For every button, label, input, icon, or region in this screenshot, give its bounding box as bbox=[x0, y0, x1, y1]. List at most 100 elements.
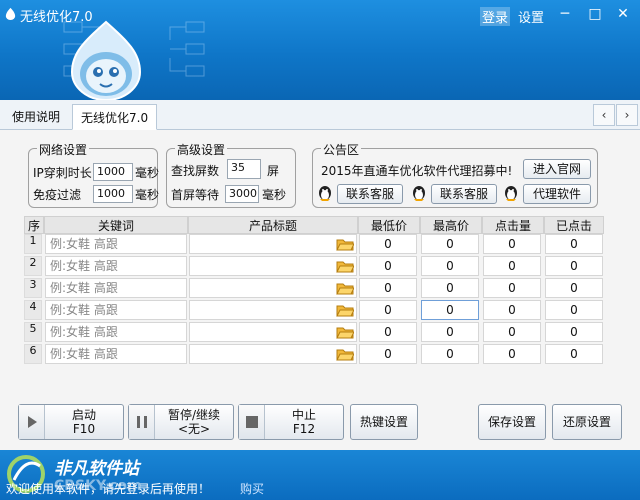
save-settings-button[interactable]: 保存设置 bbox=[478, 404, 546, 440]
col-header-min-price: 最低价 bbox=[358, 216, 420, 234]
clicked-cell[interactable]: 0 bbox=[545, 234, 603, 254]
max-price-cell[interactable]: 0 bbox=[421, 278, 479, 298]
min-price-cell[interactable]: 0 bbox=[359, 344, 417, 364]
min-price-cell[interactable]: 0 bbox=[359, 256, 417, 276]
network-settings-group: 网络设置 IP穿刺时长 1000 毫秒 免疫过滤 1000 毫秒 bbox=[28, 141, 160, 208]
clicks-cell[interactable]: 0 bbox=[483, 278, 541, 298]
tab-prev-button[interactable]: ‹ bbox=[593, 104, 615, 126]
start-button[interactable]: 启动 F10 bbox=[18, 404, 124, 440]
col-header-index: 序 bbox=[24, 216, 44, 234]
folder-open-icon[interactable] bbox=[336, 281, 354, 295]
clicks-cell[interactable]: 0 bbox=[483, 322, 541, 342]
qq-penguin-icon bbox=[505, 186, 517, 201]
min-price-cell[interactable]: 0 bbox=[359, 278, 417, 298]
product-title-cell[interactable] bbox=[189, 322, 357, 342]
max-price-cell[interactable]: 0 bbox=[421, 256, 479, 276]
app-logo-icon bbox=[5, 7, 16, 20]
clicks-cell[interactable]: 0 bbox=[483, 256, 541, 276]
pause-resume-button[interactable]: 暂停/继续 <无> bbox=[128, 404, 234, 440]
clicks-cell[interactable]: 0 bbox=[483, 300, 541, 320]
play-icon bbox=[19, 405, 45, 439]
folder-open-icon[interactable] bbox=[336, 303, 354, 317]
clicked-cell[interactable]: 0 bbox=[545, 322, 603, 342]
settings-link[interactable]: 设置 bbox=[518, 7, 544, 26]
min-price-cell[interactable]: 0 bbox=[359, 322, 417, 342]
max-price-cell[interactable]: 0 bbox=[421, 344, 479, 364]
folder-open-icon[interactable] bbox=[336, 259, 354, 273]
product-title-cell[interactable] bbox=[189, 300, 357, 320]
max-price-cell[interactable]: 0 bbox=[421, 322, 479, 342]
max-price-cell[interactable]: 0 bbox=[421, 300, 479, 320]
keyword-cell[interactable]: 例:女鞋 高跟 bbox=[45, 278, 187, 298]
agent-software-button[interactable]: 代理软件 bbox=[523, 184, 591, 204]
clicked-cell[interactable]: 0 bbox=[545, 344, 603, 364]
captcha-filter-label: 免疫过滤 bbox=[33, 188, 82, 202]
start-hotkey: F10 bbox=[72, 422, 96, 436]
mascot-logo bbox=[70, 20, 142, 100]
contact-support-button-1[interactable]: 联系客服 bbox=[337, 184, 403, 204]
minimize-button[interactable]: ─ bbox=[554, 4, 576, 24]
min-price-cell[interactable]: 0 bbox=[359, 300, 417, 320]
product-title-cell[interactable] bbox=[189, 344, 357, 364]
row-number: 5 bbox=[24, 322, 42, 342]
col-header-max-price: 最高价 bbox=[420, 216, 482, 234]
clicks-cell[interactable]: 0 bbox=[483, 234, 541, 254]
product-title-cell[interactable] bbox=[189, 234, 357, 254]
buy-link[interactable]: 购买 bbox=[240, 480, 264, 497]
find-screens-unit: 屏 bbox=[267, 164, 280, 178]
contact-support-button-2[interactable]: 联系客服 bbox=[431, 184, 497, 204]
max-price-cell[interactable]: 0 bbox=[421, 234, 479, 254]
visit-website-button[interactable]: 进入官网 bbox=[523, 159, 591, 179]
ip-duration-unit: 毫秒 bbox=[135, 166, 160, 180]
pause-hotkey: <无> bbox=[177, 422, 211, 436]
stop-button[interactable]: 中止 F12 bbox=[238, 404, 344, 440]
col-header-keyword: 关键词 bbox=[44, 216, 188, 234]
col-header-title: 产品标题 bbox=[188, 216, 358, 234]
pause-icon bbox=[129, 405, 155, 439]
status-message: 欢迎使用本软件，请先登录后再使用！ bbox=[6, 482, 211, 496]
title-bar: 无线优化7.0 登录 设置 ─ □ ✕ bbox=[0, 0, 640, 100]
clicked-cell[interactable]: 0 bbox=[545, 278, 603, 298]
min-price-cell[interactable]: 0 bbox=[359, 234, 417, 254]
login-link[interactable]: 登录 bbox=[480, 7, 511, 26]
ip-duration-label: IP穿刺时长 bbox=[33, 166, 92, 180]
product-title-cell[interactable] bbox=[189, 278, 357, 298]
clicks-cell[interactable]: 0 bbox=[483, 344, 541, 364]
maximize-button[interactable]: □ bbox=[584, 4, 606, 24]
folder-open-icon[interactable] bbox=[336, 325, 354, 339]
hotkey-settings-button[interactable]: 热键设置 bbox=[350, 404, 418, 440]
clicked-cell[interactable]: 0 bbox=[545, 256, 603, 276]
keyword-cell[interactable]: 例:女鞋 高跟 bbox=[45, 234, 187, 254]
clicked-cell[interactable]: 0 bbox=[545, 300, 603, 320]
close-button[interactable]: ✕ bbox=[612, 4, 634, 24]
first-wait-unit: 毫秒 bbox=[262, 188, 287, 202]
first-wait-input[interactable]: 3000 bbox=[225, 185, 259, 203]
row-number: 6 bbox=[24, 344, 42, 364]
tab-next-button[interactable]: › bbox=[616, 104, 638, 126]
network-settings-title: 网络设置 bbox=[37, 141, 90, 158]
keyword-cell[interactable]: 例:女鞋 高跟 bbox=[45, 344, 187, 364]
pause-label: 暂停/继续 bbox=[167, 408, 221, 422]
product-title-cell[interactable] bbox=[189, 256, 357, 276]
find-screens-input[interactable]: 35 bbox=[227, 159, 261, 179]
notice-group: 公告区 2015年直通车优化软件代理招募中! 进入官网 联系客服 联系客服 代理… bbox=[312, 141, 598, 208]
status-bar: 非凡软件站 CRSKY.com 欢迎使用本软件，请先登录后再使用！ 购买 bbox=[0, 450, 640, 500]
captcha-filter-input[interactable]: 1000 bbox=[93, 185, 133, 203]
row-number: 2 bbox=[24, 256, 42, 276]
watermark-name: 非凡软件站 bbox=[54, 459, 139, 479]
keyword-cell[interactable]: 例:女鞋 高跟 bbox=[45, 256, 187, 276]
notice-text: 2015年直通车优化软件代理招募中! bbox=[321, 164, 513, 178]
keyword-cell[interactable]: 例:女鞋 高跟 bbox=[45, 322, 187, 342]
folder-open-icon[interactable] bbox=[336, 237, 354, 251]
col-header-clicks: 点击量 bbox=[482, 216, 544, 234]
tab-instructions[interactable]: 使用说明 bbox=[4, 104, 68, 130]
row-number: 3 bbox=[24, 278, 42, 298]
col-header-clicked: 已点击 bbox=[544, 216, 604, 234]
restore-settings-button[interactable]: 还原设置 bbox=[552, 404, 622, 440]
tab-wireless-optimize[interactable]: 无线优化7.0 bbox=[72, 104, 158, 130]
ip-duration-input[interactable]: 1000 bbox=[93, 163, 133, 181]
folder-open-icon[interactable] bbox=[336, 347, 354, 361]
tab-bar: 使用说明 无线优化7.0 bbox=[0, 100, 640, 130]
keyword-cell[interactable]: 例:女鞋 高跟 bbox=[45, 300, 187, 320]
captcha-filter-unit: 毫秒 bbox=[135, 188, 160, 202]
